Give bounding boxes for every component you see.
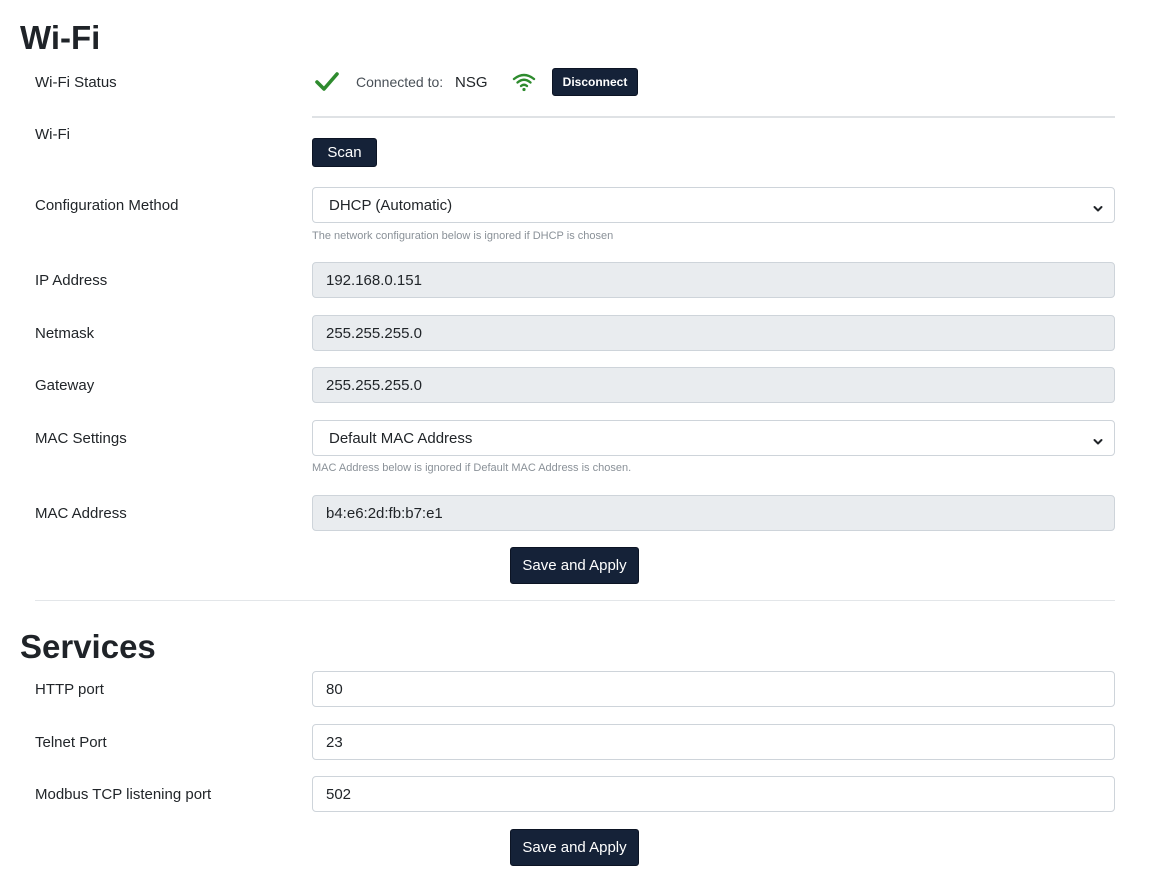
mac-address-field[interactable]: b4:e6:2d:fb:b7:e1: [312, 495, 1115, 531]
http-port-input[interactable]: 80: [312, 671, 1115, 707]
scan-button[interactable]: Scan: [312, 138, 377, 167]
wifi-heading: Wi-Fi: [20, 19, 101, 56]
wifi-label: Wi-Fi: [35, 126, 70, 143]
mac-settings-hint: MAC Address below is ignored if Default …: [312, 462, 632, 474]
disconnect-button[interactable]: Disconnect: [552, 68, 638, 96]
wifi-status-label: Wi-Fi Status: [35, 74, 117, 91]
chevron-down-icon: [1093, 201, 1103, 212]
modbus-port-input[interactable]: 502: [312, 776, 1115, 812]
divider: [312, 116, 1115, 118]
connected-to-label: Connected to:: [356, 74, 444, 90]
mac-settings-value: Default MAC Address: [329, 429, 473, 447]
modbus-port-label: Modbus TCP listening port: [35, 786, 212, 803]
mac-address-label: MAC Address: [35, 505, 127, 522]
services-heading: Services: [20, 628, 156, 665]
section-divider: [35, 600, 1115, 601]
mac-settings-select[interactable]: Default MAC Address: [312, 420, 1115, 456]
config-method-value: DHCP (Automatic): [329, 196, 453, 214]
telnet-port-label: Telnet Port: [35, 734, 107, 751]
ssid-value: NSG: [455, 74, 488, 91]
ip-address-label: IP Address: [35, 272, 108, 289]
config-method-label: Configuration Method: [35, 197, 179, 214]
gateway-field[interactable]: 255.255.255.0: [312, 367, 1115, 403]
config-method-select[interactable]: DHCP (Automatic): [312, 187, 1115, 223]
netmask-label: Netmask: [35, 325, 95, 342]
config-method-hint: The network configuration below is ignor…: [312, 230, 614, 242]
http-port-label: HTTP port: [35, 681, 104, 698]
wifi-signal-icon: [512, 72, 536, 92]
gateway-label: Gateway: [35, 377, 95, 394]
chevron-down-icon: [1093, 434, 1103, 445]
telnet-port-input[interactable]: 23: [312, 724, 1115, 760]
checkmark-icon: [314, 71, 340, 93]
ip-address-field[interactable]: 192.168.0.151: [312, 262, 1115, 298]
wifi-save-apply-button[interactable]: Save and Apply: [510, 547, 639, 584]
mac-settings-label: MAC Settings: [35, 430, 127, 447]
netmask-field[interactable]: 255.255.255.0: [312, 315, 1115, 351]
services-save-apply-button[interactable]: Save and Apply: [510, 829, 639, 866]
